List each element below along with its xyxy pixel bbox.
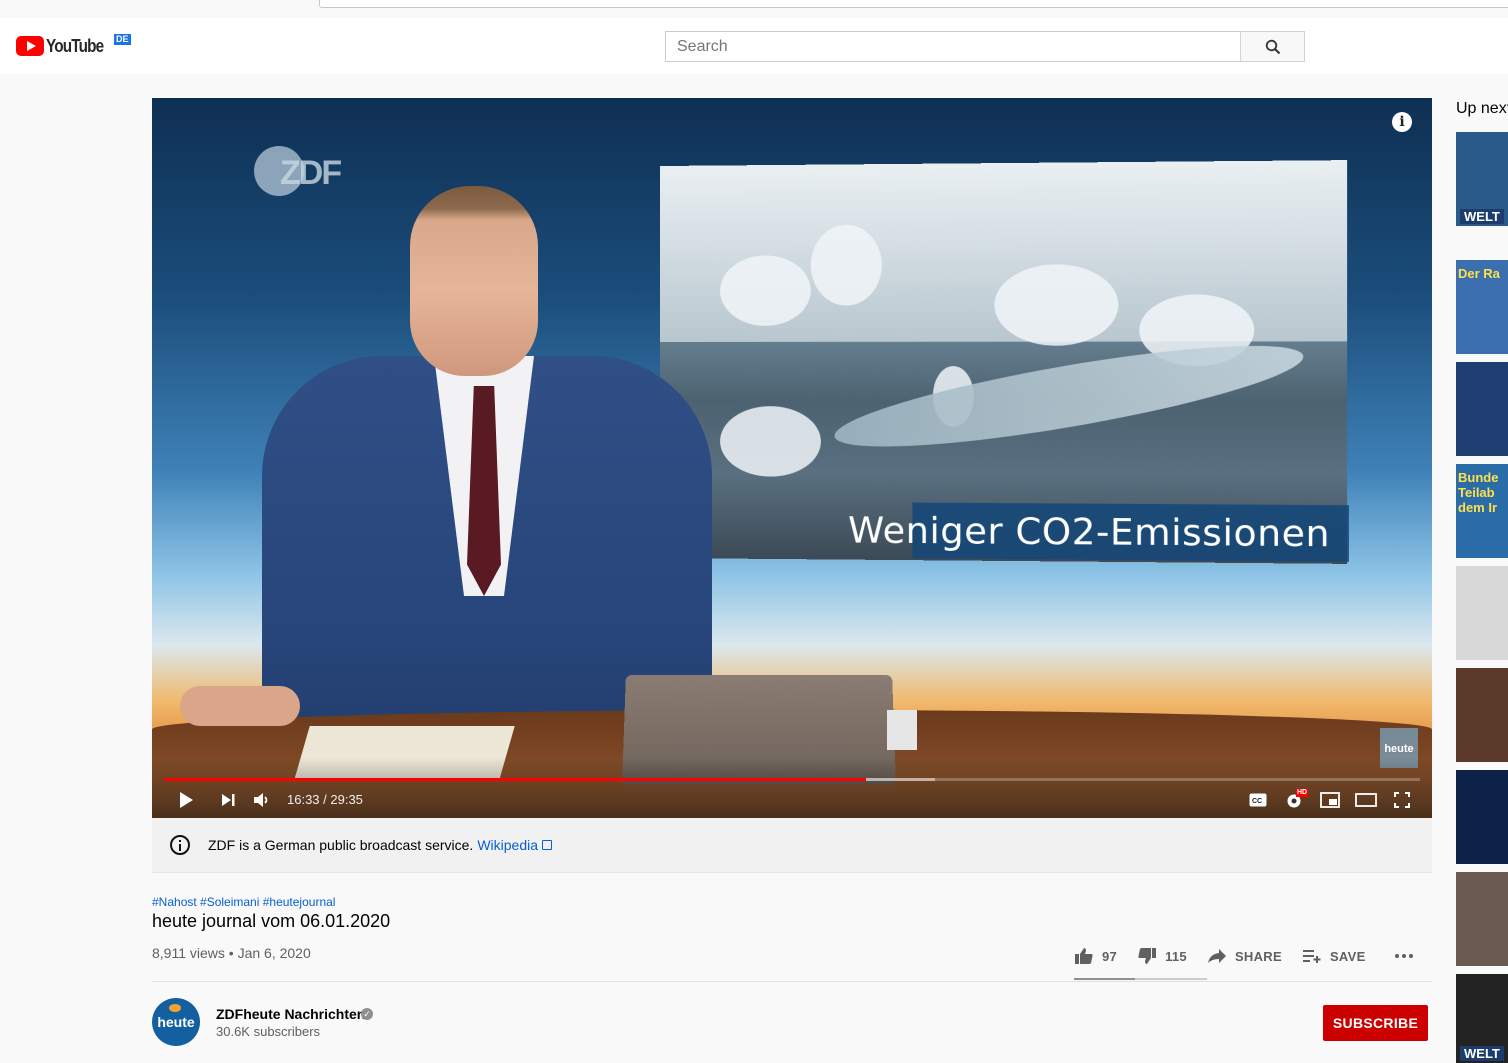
hd-badge: HD: [1296, 789, 1309, 797]
thumbs-down-icon: [1138, 948, 1157, 964]
sentiment-likes: [1074, 978, 1135, 980]
info-circle-icon: [170, 835, 190, 855]
theater-button[interactable]: [1355, 790, 1377, 810]
next-icon: [222, 794, 235, 806]
fullscreen-icon: [1394, 792, 1410, 808]
masthead: YouTube DE: [0, 18, 1508, 74]
progress-bar[interactable]: [164, 778, 1420, 781]
dislike-count: 115: [1165, 948, 1187, 964]
info-panel: ZDF is a German public broadcast service…: [152, 818, 1432, 873]
miniplayer-button[interactable]: [1319, 790, 1341, 810]
wikipedia-link[interactable]: Wikipedia: [477, 837, 538, 853]
more-actions-button[interactable]: [1394, 953, 1414, 959]
views-date: 8,911 views • Jan 6, 2020: [152, 945, 311, 961]
volume-button[interactable]: [252, 790, 272, 810]
fullscreen-button[interactable]: [1392, 790, 1412, 810]
played-bar: [164, 778, 867, 781]
up-next-thumbnail[interactable]: [1456, 770, 1508, 864]
up-next-thumbnail[interactable]: WELT: [1456, 132, 1508, 226]
up-next-label: Up next: [1456, 100, 1508, 117]
background-screen: Weniger CO2-Emissionen: [660, 160, 1350, 564]
dislike-button[interactable]: 115: [1137, 947, 1187, 965]
channel-avatar[interactable]: heute: [152, 998, 200, 1046]
thumbnail-label: Der Ra: [1458, 266, 1500, 281]
like-count: 97: [1102, 948, 1118, 964]
screen-caption-text: Weniger CO2-Emissionen: [848, 510, 1331, 556]
search-icon: [1265, 39, 1280, 54]
screen-caption: Weniger CO2-Emissionen: [848, 502, 1350, 562]
up-next-thumbnail[interactable]: Der Ra: [1456, 260, 1508, 354]
captions-button[interactable]: CC: [1248, 790, 1268, 810]
up-next-thumbnail[interactable]: [1456, 362, 1508, 456]
channel-name[interactable]: ZDFheute Nachrichten: [216, 1006, 365, 1022]
play-icon: [180, 792, 193, 808]
info-panel-text: ZDF is a German public broadcast service…: [208, 837, 474, 853]
playlist-add-icon: [1302, 950, 1321, 963]
settings-button[interactable]: HD: [1284, 789, 1309, 810]
like-button[interactable]: 97: [1074, 947, 1117, 965]
thumbnail-label: WELT: [1460, 1046, 1504, 1061]
up-next-thumbnail[interactable]: [1456, 872, 1508, 966]
up-next-thumbnail[interactable]: WELT: [1456, 974, 1508, 1063]
subscriber-count: 30.6K subscribers: [216, 1024, 321, 1039]
search-input[interactable]: [665, 31, 1241, 62]
external-link-icon: [542, 840, 553, 850]
browser-url-bar[interactable]: [319, 0, 1508, 8]
share-label: SHARE: [1234, 948, 1282, 964]
share-button[interactable]: SHARE: [1207, 948, 1282, 964]
svg-text:CC: CC: [1252, 798, 1262, 805]
browser-strip: [0, 0, 1508, 18]
cc-icon: CC: [1249, 793, 1267, 807]
thumbnail-label: WELT: [1460, 209, 1504, 224]
thumbs-up-icon: [1075, 948, 1093, 964]
hashtags[interactable]: #Nahost #Soleimani #heutejournal: [152, 895, 335, 909]
up-next-thumbnail[interactable]: [1456, 566, 1508, 660]
subscribe-button[interactable]: SUBSCRIBE: [1323, 1005, 1428, 1041]
search-button[interactable]: [1240, 31, 1305, 62]
volume-icon: [254, 793, 268, 807]
divider: [152, 981, 1432, 982]
verified-icon: ✓: [361, 1008, 373, 1020]
theater-icon: [1355, 793, 1377, 807]
youtube-play-icon: [16, 36, 44, 56]
logo-wordmark: YouTube: [46, 35, 104, 56]
youtube-logo[interactable]: YouTube DE: [16, 34, 131, 56]
more-horizontal-icon: [1394, 954, 1413, 958]
save-label: SAVE: [1329, 948, 1366, 964]
info-icon[interactable]: i: [1392, 112, 1412, 132]
up-next-thumbnail[interactable]: [1456, 668, 1508, 762]
video-title: heute journal vom 06.01.2020: [152, 911, 391, 931]
sentiment-bar: [1074, 978, 1207, 980]
video-actions: 97 115 SHARE SAVE: [1074, 943, 1434, 969]
avatar-text: heute: [157, 1014, 195, 1030]
country-code: DE: [114, 34, 131, 45]
share-icon: [1207, 949, 1226, 963]
up-next-thumbnail[interactable]: Bunde Teilab dem Ir: [1456, 464, 1508, 558]
video-player[interactable]: ZDF Weniger CO2-Emissionen heute i 16:33…: [152, 98, 1432, 818]
next-button[interactable]: [218, 790, 238, 810]
miniplayer-icon: [1320, 792, 1340, 808]
play-button[interactable]: [176, 790, 196, 810]
time-display: 16:33 / 29:35: [287, 792, 363, 807]
thumbnail-label: Bunde Teilab dem Ir: [1458, 470, 1499, 515]
save-button[interactable]: SAVE: [1302, 948, 1366, 964]
